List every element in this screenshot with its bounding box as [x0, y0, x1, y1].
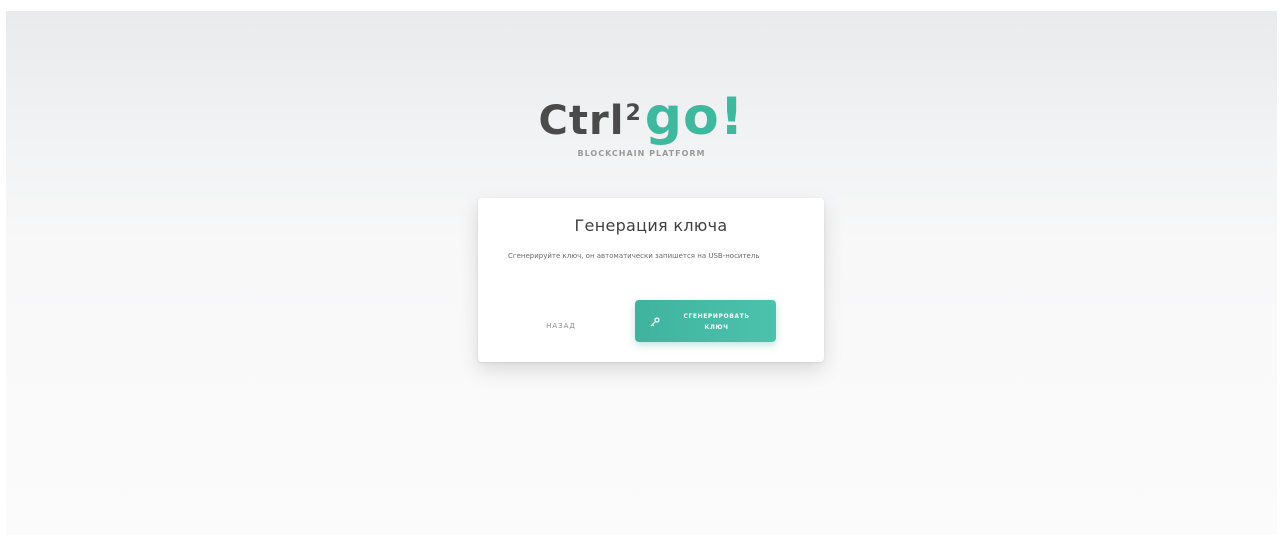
generate-key-label: СГЕНЕРИРОВАТЬ КЛЮЧ	[665, 311, 768, 333]
key-icon	[650, 315, 660, 327]
generate-key-label-line1: СГЕНЕРИРОВАТЬ	[683, 313, 750, 320]
logo-tagline: BLOCKCHAIN PLATFORM	[577, 149, 706, 158]
logo-go-text: go!	[644, 87, 745, 147]
logo: Ctrl2go!	[6, 91, 1277, 143]
logo-ctrl-text: Ctrl	[538, 98, 625, 144]
logo-wordmark: Ctrl2go!	[539, 91, 745, 143]
card-description: Сгенерируйте ключ, он автоматически запи…	[508, 252, 760, 260]
card-title: Генерация ключа	[574, 216, 728, 235]
page-background: Ctrl2go! BLOCKCHAIN PLATFORM Генерация к…	[6, 11, 1277, 535]
back-button[interactable]: НАЗАД	[528, 316, 594, 336]
generate-key-button[interactable]: СГЕНЕРИРОВАТЬ КЛЮЧ	[635, 300, 776, 342]
key-generation-card: Генерация ключа Сгенерируйте ключ, он ав…	[478, 198, 824, 362]
logo-superscript: 2	[625, 101, 641, 126]
generate-key-label-line2: КЛЮЧ	[704, 324, 729, 331]
